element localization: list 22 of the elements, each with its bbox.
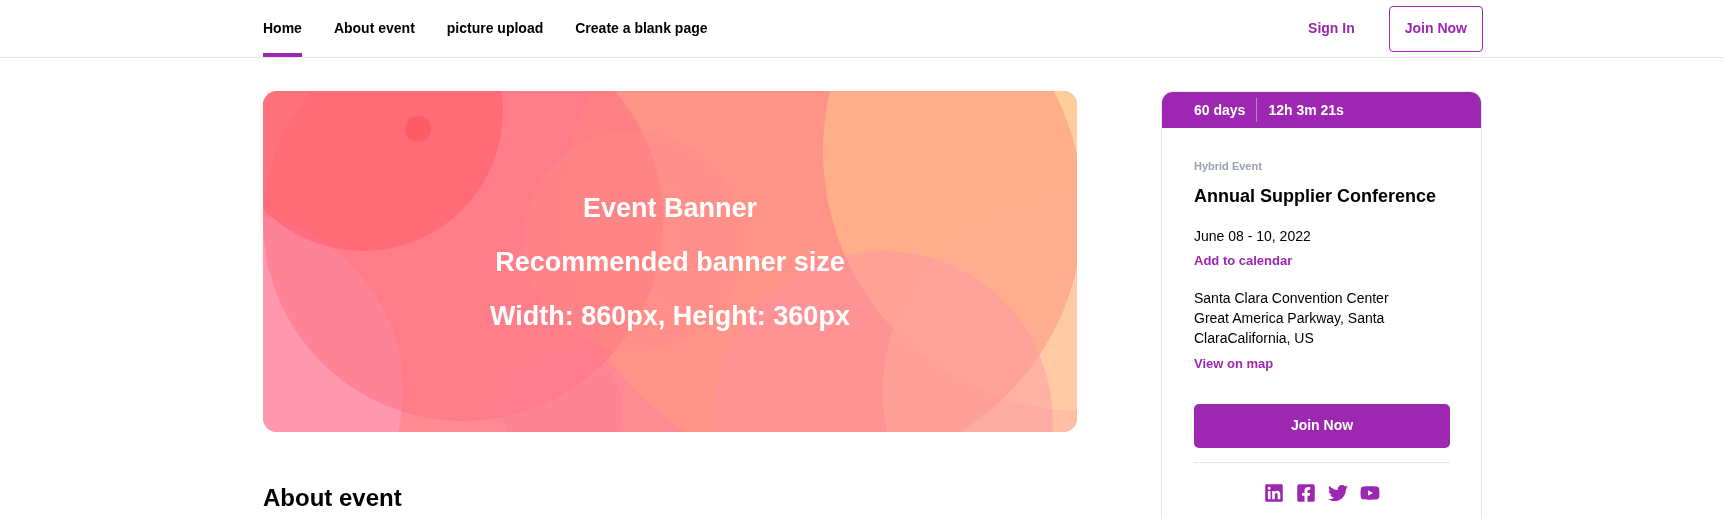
join-now-button[interactable]: Join Now bbox=[1388, 5, 1483, 52]
section-heading: About event bbox=[263, 484, 403, 512]
banner-text: Event Banner bbox=[582, 191, 758, 225]
linkedin-icon[interactable] bbox=[1264, 482, 1284, 503]
banner-text: Width: 860px, Height: 360px bbox=[490, 299, 850, 333]
event-address: Santa Clara Convention Center Great America Parkway, Santa ClaraCalifornia, US bbox=[1194, 289, 1390, 348]
countdown-time: 12h 3m 21s bbox=[1267, 100, 1344, 120]
add-to-calendar-link[interactable]: Add to calendar bbox=[1194, 250, 1449, 270]
twitter-icon[interactable] bbox=[1328, 482, 1348, 503]
nav-tab[interactable]: About event bbox=[333, 0, 415, 57]
join-now-button[interactable]: Join Now bbox=[1194, 403, 1450, 448]
nav-tab[interactable]: Create a blank page bbox=[575, 0, 708, 57]
nav-tab[interactable]: Home bbox=[263, 0, 302, 57]
banner-text: Recommended banner size bbox=[495, 245, 845, 279]
sign-in-link[interactable]: Sign In bbox=[1308, 18, 1355, 39]
facebook-icon[interactable] bbox=[1296, 482, 1316, 503]
event-title: Annual Supplier Conference bbox=[1194, 184, 1438, 208]
countdown-days: 60 days bbox=[1194, 98, 1258, 122]
view-on-map-link[interactable]: View on map bbox=[1194, 354, 1449, 374]
event-date: June 08 - 10, 2022 bbox=[1194, 226, 1312, 246]
nav-tab[interactable]: picture upload bbox=[446, 0, 544, 57]
event-type: Hybrid Event bbox=[1194, 159, 1263, 174]
